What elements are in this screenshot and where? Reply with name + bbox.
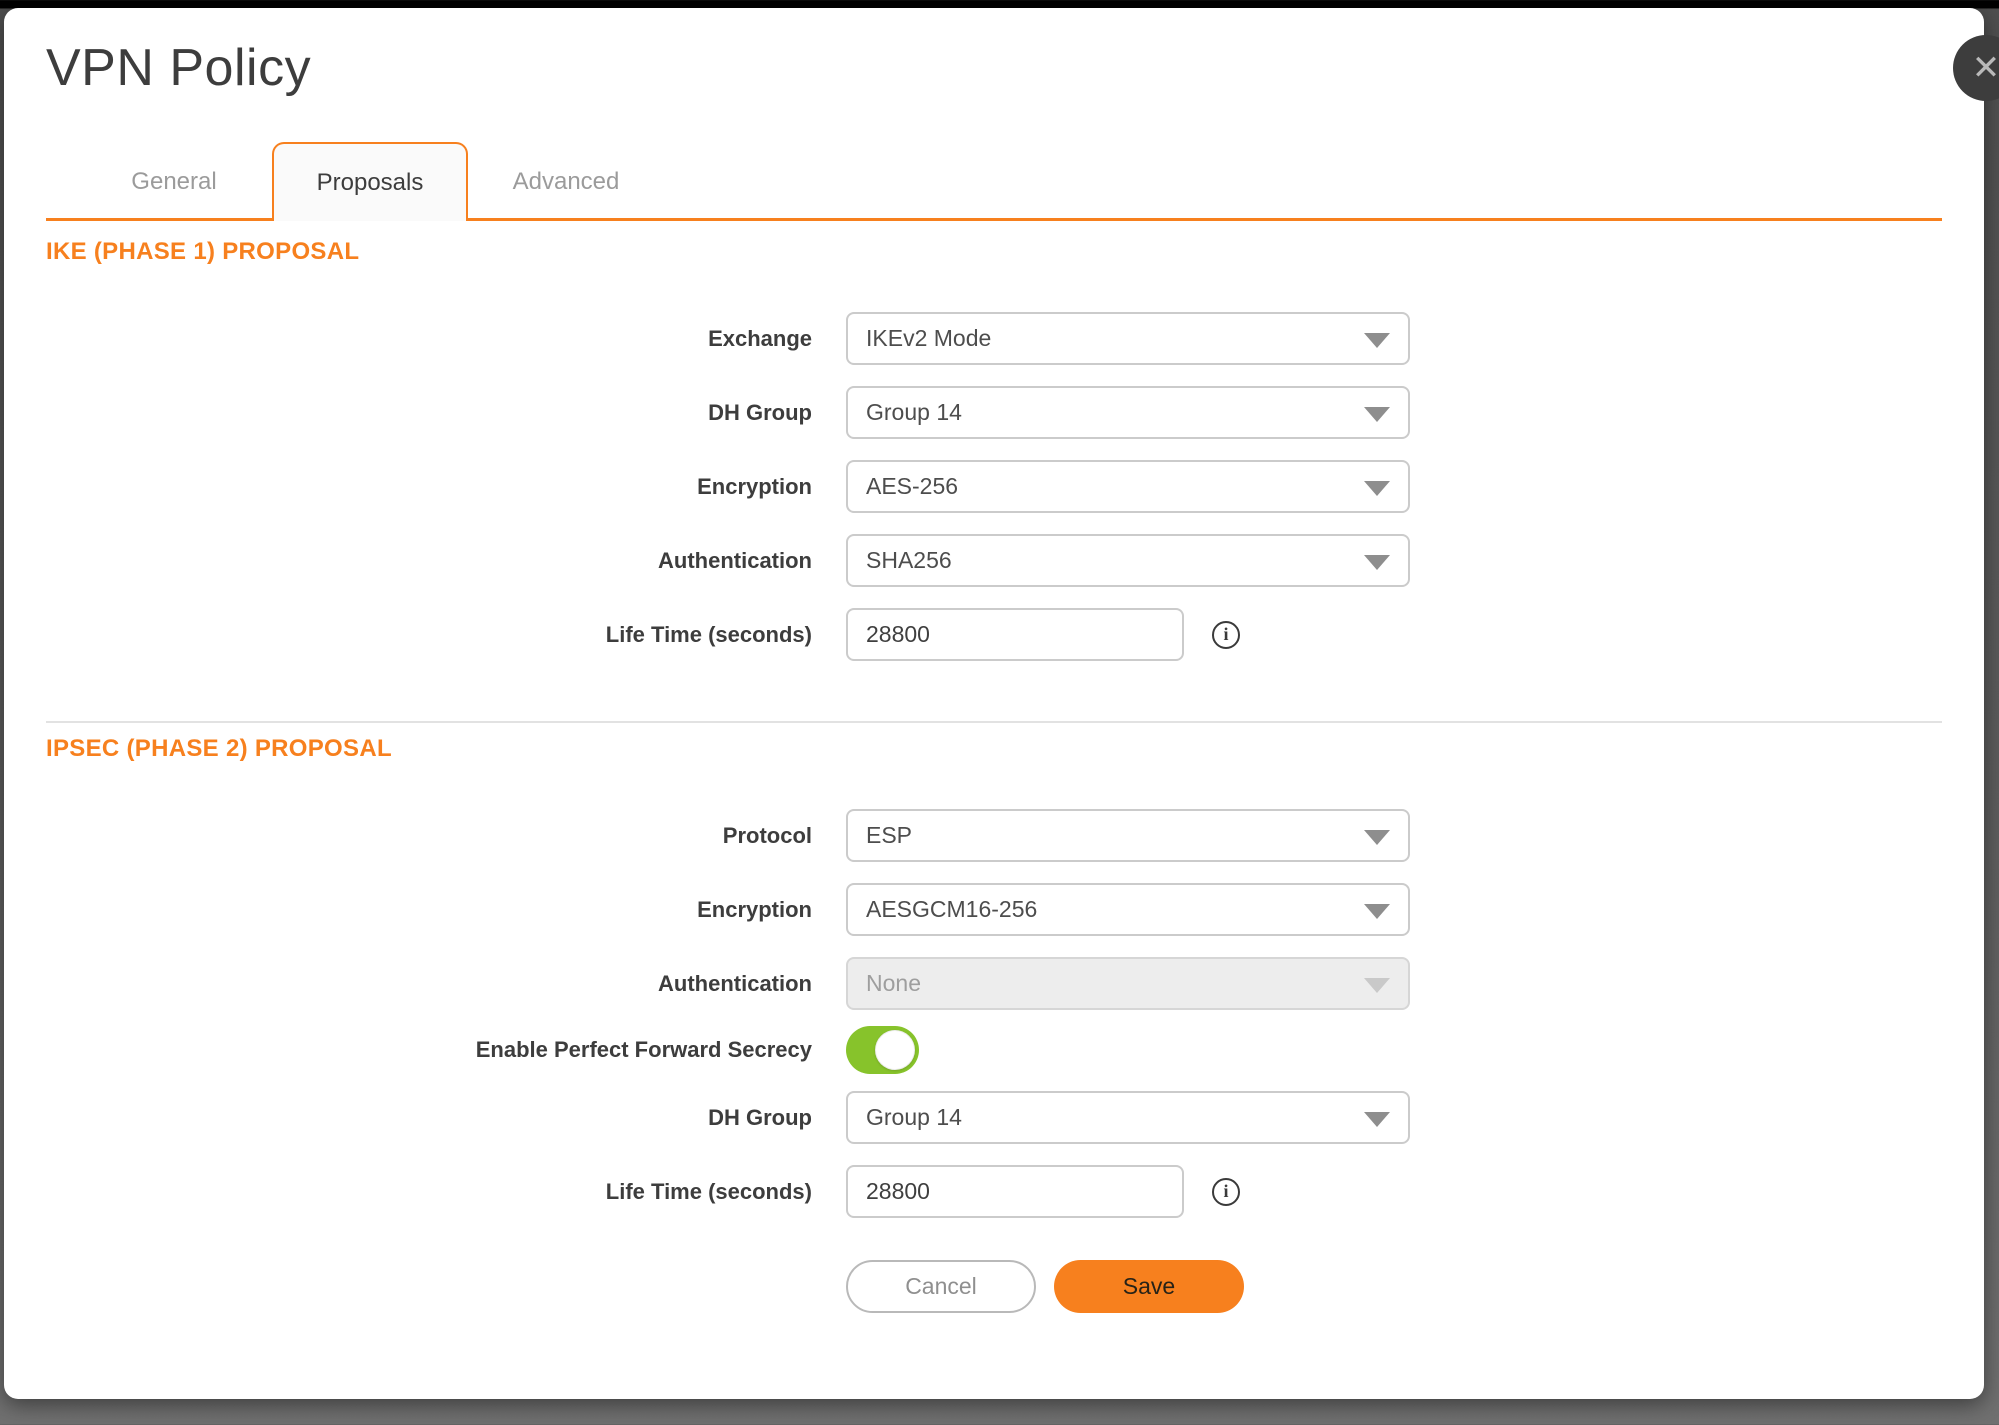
chevron-down-icon (1364, 1112, 1390, 1127)
dh-group-select[interactable]: Group 14 (846, 386, 1410, 439)
ipsec-dh-group-row: DH Group Group 14 (46, 1091, 1942, 1144)
tab-general[interactable]: General (76, 145, 272, 218)
chevron-down-icon (1364, 904, 1390, 919)
save-button[interactable]: Save (1054, 1260, 1244, 1313)
encryption-label: Encryption (46, 474, 812, 500)
protocol-row: Protocol ESP (46, 809, 1942, 862)
dh-group-label: DH Group (46, 400, 812, 426)
protocol-value: ESP (866, 822, 912, 849)
dh-group-value: Group 14 (866, 399, 962, 426)
info-icon[interactable]: i (1212, 1178, 1240, 1206)
ipsec-phase2-heading: IPSEC (PHASE 2) PROPOSAL (46, 735, 1942, 763)
authentication-row: Authentication SHA256 (46, 534, 1942, 587)
chevron-down-icon (1364, 830, 1390, 845)
chevron-down-icon (1364, 481, 1390, 496)
life-time-row: Life Time (seconds) i (46, 608, 1942, 661)
dialog-footer: Cancel Save (46, 1260, 1942, 1313)
authentication-value: SHA256 (866, 547, 952, 574)
encryption-value: AES-256 (866, 473, 958, 500)
pfs-label: Enable Perfect Forward Secrecy (46, 1037, 812, 1063)
chevron-down-icon (1364, 555, 1390, 570)
toggle-knob (875, 1030, 915, 1070)
encryption-select[interactable]: AES-256 (846, 460, 1410, 513)
vpn-policy-dialog: ✕ VPN Policy General Proposals Advanced … (4, 8, 1984, 1399)
ike-phase1-form: Exchange IKEv2 Mode DH Group Group 14 En… (46, 312, 1942, 661)
protocol-label: Protocol (46, 823, 812, 849)
tab-bar: General Proposals Advanced (46, 142, 1942, 221)
ipsec-authentication-value: None (866, 970, 921, 997)
encryption-row: Encryption AES-256 (46, 460, 1942, 513)
tab-advanced[interactable]: Advanced (468, 145, 664, 218)
life-time-label: Life Time (seconds) (46, 622, 812, 648)
ipsec-life-time-label: Life Time (seconds) (46, 1179, 812, 1205)
protocol-select[interactable]: ESP (846, 809, 1410, 862)
close-icon[interactable]: ✕ (1953, 35, 1999, 101)
chevron-down-icon (1364, 407, 1390, 422)
ike-phase1-heading: IKE (PHASE 1) PROPOSAL (46, 238, 1942, 266)
ipsec-encryption-row: Encryption AESGCM16-256 (46, 883, 1942, 936)
cancel-button[interactable]: Cancel (846, 1260, 1036, 1313)
life-time-input[interactable] (846, 608, 1184, 661)
chevron-down-icon (1364, 978, 1390, 993)
exchange-label: Exchange (46, 326, 812, 352)
pfs-row: Enable Perfect Forward Secrecy (46, 1026, 1942, 1074)
exchange-row: Exchange IKEv2 Mode (46, 312, 1942, 365)
info-icon[interactable]: i (1212, 621, 1240, 649)
authentication-select[interactable]: SHA256 (846, 534, 1410, 587)
ipsec-dh-group-select[interactable]: Group 14 (846, 1091, 1410, 1144)
authentication-label: Authentication (46, 548, 812, 574)
dh-group-row: DH Group Group 14 (46, 386, 1942, 439)
ipsec-authentication-row: Authentication None (46, 957, 1942, 1010)
ipsec-authentication-select: None (846, 957, 1410, 1010)
ipsec-dh-group-label: DH Group (46, 1105, 812, 1131)
section-divider (46, 721, 1942, 723)
ipsec-life-time-row: Life Time (seconds) i (46, 1165, 1942, 1218)
chevron-down-icon (1364, 333, 1390, 348)
ipsec-encryption-select[interactable]: AESGCM16-256 (846, 883, 1410, 936)
ipsec-authentication-label: Authentication (46, 971, 812, 997)
ipsec-encryption-label: Encryption (46, 897, 812, 923)
exchange-value: IKEv2 Mode (866, 325, 991, 352)
ipsec-encryption-value: AESGCM16-256 (866, 896, 1037, 923)
ipsec-dh-group-value: Group 14 (866, 1104, 962, 1131)
ipsec-phase2-form: Protocol ESP Encryption AESGCM16-256 Aut… (46, 809, 1942, 1218)
page-title: VPN Policy (46, 38, 1942, 98)
tab-proposals[interactable]: Proposals (272, 142, 468, 221)
ipsec-life-time-input[interactable] (846, 1165, 1184, 1218)
exchange-select[interactable]: IKEv2 Mode (846, 312, 1410, 365)
pfs-toggle[interactable] (846, 1026, 919, 1074)
